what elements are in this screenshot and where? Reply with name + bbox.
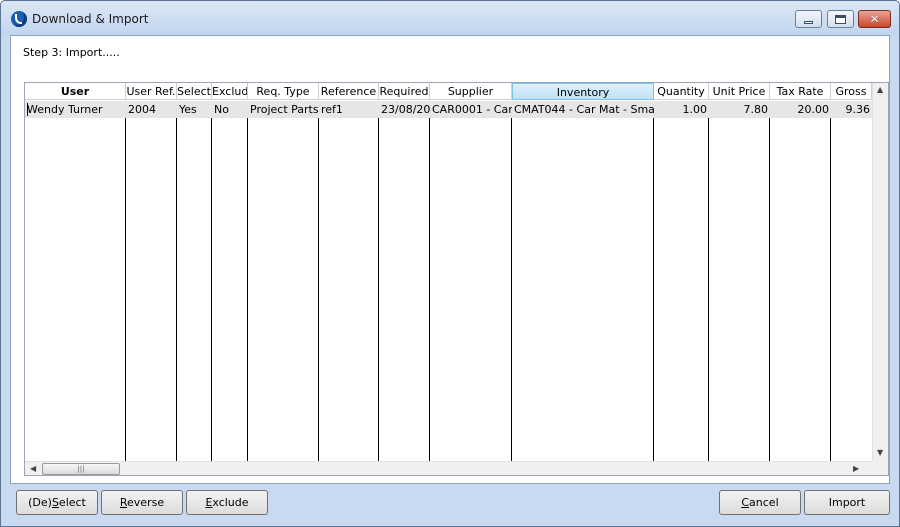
table-cell[interactable]: CAR0001 - Carte [430, 101, 512, 118]
minimize-button[interactable] [795, 10, 822, 28]
column-header-user-ref[interactable]: User Ref. [126, 83, 177, 100]
table-cell[interactable]: ref1 [319, 101, 379, 118]
column-header-reference[interactable]: Reference [319, 83, 379, 100]
window-title: Download & Import [32, 12, 149, 26]
table-cell[interactable]: Wendy Turner [25, 101, 126, 118]
table-cell[interactable]: No [212, 101, 248, 118]
reverse-button[interactable]: Reverse [101, 490, 183, 515]
table-cell[interactable]: 2004 [126, 101, 177, 118]
scrollbar-corner [872, 461, 888, 475]
column-header-select[interactable]: Select [177, 83, 212, 100]
column-header-inventory[interactable]: Inventory [512, 83, 654, 100]
step-label: Step 3: Import..... [23, 46, 120, 59]
column-divider [247, 101, 248, 461]
table-cell[interactable]: Yes [177, 101, 212, 118]
column-divider [769, 101, 770, 461]
column-divider [176, 101, 177, 461]
table-cell[interactable]: CMAT044 - Car Mat - Small [512, 101, 654, 118]
deselect-button[interactable]: (De)Select [16, 490, 98, 515]
table-row[interactable]: Wendy Turner 2004 Yes No Project Parts ref1 23… [25, 101, 872, 118]
column-header-user[interactable]: User [25, 83, 126, 100]
minimize-icon [804, 20, 813, 24]
import-label: Import [828, 496, 866, 509]
column-header-required[interactable]: Required [379, 83, 430, 100]
table-cell[interactable]: 9.36 [831, 101, 872, 118]
download-import-window: Download & Import ✕ Step 3: Import..... … [0, 0, 900, 527]
column-divider [830, 101, 831, 461]
vertical-scrollbar[interactable]: ▲ ▼ [872, 83, 888, 461]
column-divider [378, 101, 379, 461]
scroll-right-icon[interactable]: ▶ [853, 464, 859, 473]
column-header-supplier[interactable]: Supplier [430, 83, 512, 100]
deselect-label-pre: (De) [28, 496, 52, 509]
import-button[interactable]: Import [804, 490, 890, 515]
reverse-label-accel: R [119, 496, 128, 509]
scroll-down-icon[interactable]: ▼ [877, 448, 883, 457]
table-cell[interactable]: 7.80 [709, 101, 770, 118]
column-divider [318, 101, 319, 461]
cancel-label-post: ancel [749, 496, 779, 509]
deselect-label-post: elect [58, 496, 86, 509]
column-divider [511, 101, 512, 461]
import-grid[interactable]: UserUser Ref.SelectExcludeReq. TypeRefer… [24, 82, 889, 476]
horizontal-scroll-thumb[interactable]: ||| [42, 463, 120, 475]
content-panel: Step 3: Import..... User User Ref. Select E… [10, 35, 890, 484]
column-header-req-type[interactable]: Req. Type [248, 83, 319, 100]
close-icon: ✕ [869, 12, 880, 26]
column-header-quantity[interactable]: Quantity [654, 83, 709, 100]
close-button[interactable]: ✕ [858, 10, 891, 28]
column-header-unit-price[interactable]: Unit Price [709, 83, 770, 100]
cancel-button[interactable]: Cancel [719, 490, 801, 515]
reverse-label-post: everse [127, 496, 165, 509]
grid-header: UserUser Ref.SelectExcludeReq. TypeRefer… [25, 83, 872, 101]
maximize-icon [835, 14, 846, 24]
column-header-tax-rate[interactable]: Tax Rate [770, 83, 831, 100]
table-cell[interactable]: 20.00 [770, 101, 831, 118]
deselect-label-accel: S [51, 496, 59, 509]
horizontal-scrollbar[interactable]: ◀ ||| ▶ [25, 461, 872, 475]
app-logo-icon [11, 11, 27, 27]
scroll-left-icon[interactable]: ◀ [30, 464, 36, 473]
table-cell[interactable]: Project Parts [248, 101, 319, 118]
column-divider [653, 101, 654, 461]
column-divider [708, 101, 709, 461]
exclude-button[interactable]: Exclude [186, 490, 268, 515]
column-header-gross[interactable]: Gross [831, 83, 872, 100]
exclude-label-post: xclude [212, 496, 249, 509]
scroll-up-icon[interactable]: ▲ [877, 85, 883, 94]
title-bar[interactable]: Download & Import ✕ [1, 1, 899, 35]
table-cell[interactable]: 23/08/202 [379, 101, 430, 118]
cancel-label-accel: C [741, 496, 750, 509]
maximize-button[interactable] [827, 10, 854, 28]
column-header-exclude[interactable]: Exclude [212, 83, 248, 100]
table-cell[interactable]: 1.00 [654, 101, 709, 118]
column-divider [211, 101, 212, 461]
column-divider [125, 101, 126, 461]
text-caret [27, 103, 28, 116]
column-divider [429, 101, 430, 461]
